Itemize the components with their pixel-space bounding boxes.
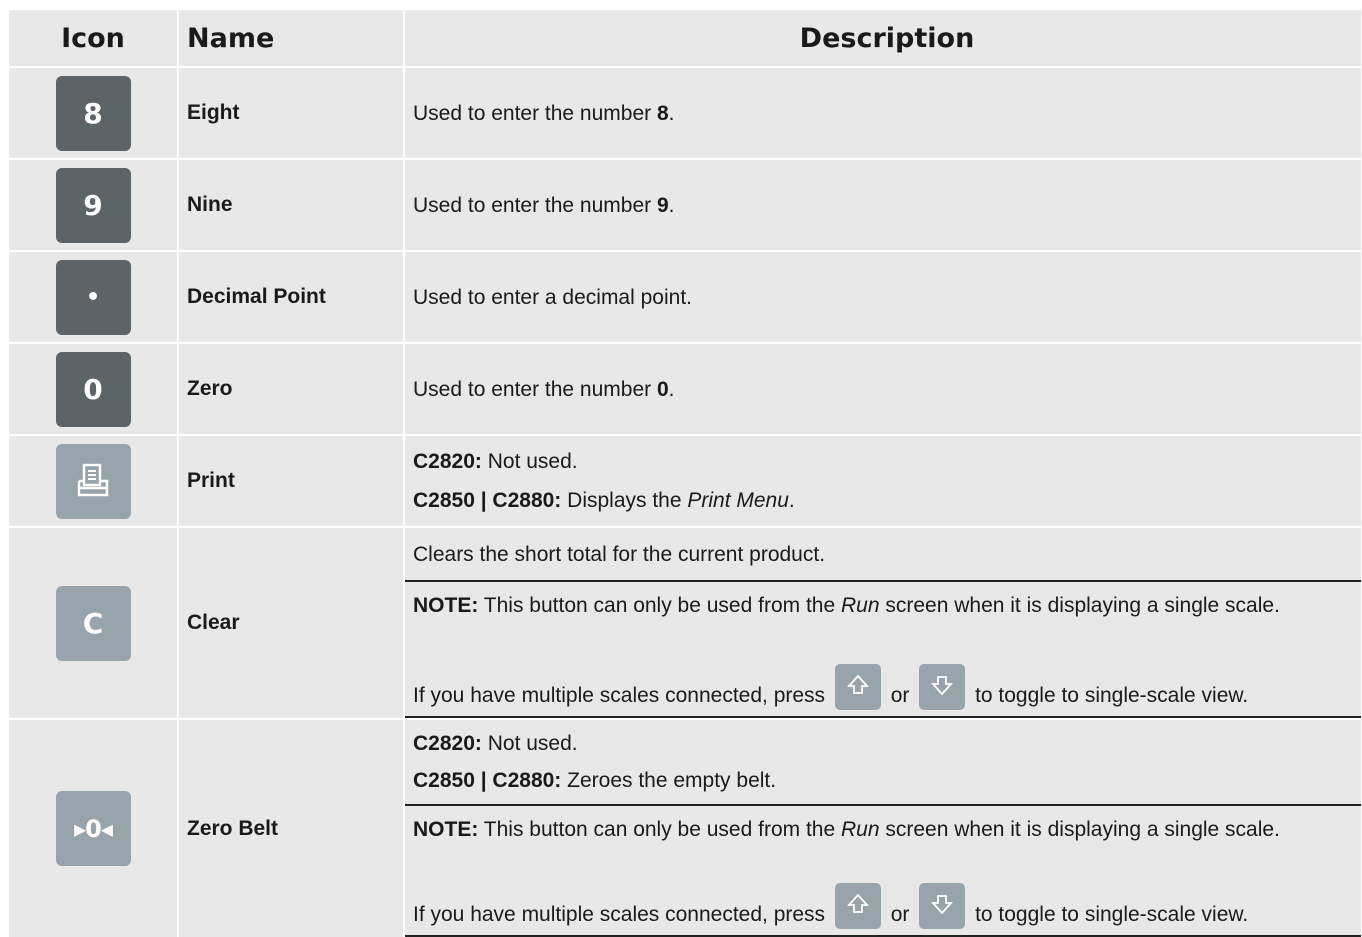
key-reference-table: Icon Name Description 8 Eight Used to en… bbox=[9, 10, 1361, 937]
printer-icon bbox=[55, 443, 131, 519]
row-description: C2820: Not used. C2850 | C2880: Displays… bbox=[405, 436, 1361, 526]
row-name: Zero Belt bbox=[179, 720, 405, 937]
table-header: Icon Name Description bbox=[9, 10, 1361, 68]
key-9-icon: 9 bbox=[55, 167, 131, 243]
header-icon: Icon bbox=[9, 10, 179, 66]
row-name: Eight bbox=[179, 68, 405, 158]
arrow-down-icon bbox=[919, 883, 966, 929]
row-name: Clear bbox=[179, 528, 405, 718]
decimal-point-icon: • bbox=[55, 259, 131, 335]
key-0-icon: 0 bbox=[55, 351, 131, 427]
clear-icon: C bbox=[55, 585, 131, 661]
row-name: Print bbox=[179, 436, 405, 526]
row-name: Zero bbox=[179, 344, 405, 434]
row-description: Used to enter the number 8. bbox=[405, 68, 1361, 158]
table-row: 0 Zero Used to enter the number 0. bbox=[9, 344, 1361, 436]
row-description: Clears the short total for the current p… bbox=[405, 528, 1361, 718]
row-name: Decimal Point bbox=[179, 252, 405, 342]
row-description: Used to enter the number 0. bbox=[405, 344, 1361, 434]
table-row: C Clear Clears the short total for the c… bbox=[9, 528, 1361, 720]
table-row: • Decimal Point Used to enter a decimal … bbox=[9, 252, 1361, 344]
row-description: Used to enter a decimal point. bbox=[405, 252, 1361, 342]
key-8-icon: 8 bbox=[55, 75, 131, 151]
arrow-up-icon bbox=[834, 883, 881, 929]
arrow-up-icon bbox=[834, 664, 881, 710]
table-row: Print C2820: Not used. C2850 | C2880: Di… bbox=[9, 436, 1361, 528]
row-description: C2820: Not used. C2850 | C2880: Zeroes t… bbox=[405, 720, 1361, 937]
table-row: 8 Eight Used to enter the number 8. bbox=[9, 68, 1361, 160]
arrow-down-icon bbox=[919, 664, 966, 710]
table-row: ▸0◂ Zero Belt C2820: Not used. C2850 | C… bbox=[9, 720, 1361, 937]
header-description: Description bbox=[405, 10, 1361, 66]
header-name: Name bbox=[179, 10, 405, 66]
row-description: Used to enter the number 9. bbox=[405, 160, 1361, 250]
zero-belt-icon: ▸0◂ bbox=[55, 791, 131, 866]
table-row: 9 Nine Used to enter the number 9. bbox=[9, 160, 1361, 252]
row-name: Nine bbox=[179, 160, 405, 250]
